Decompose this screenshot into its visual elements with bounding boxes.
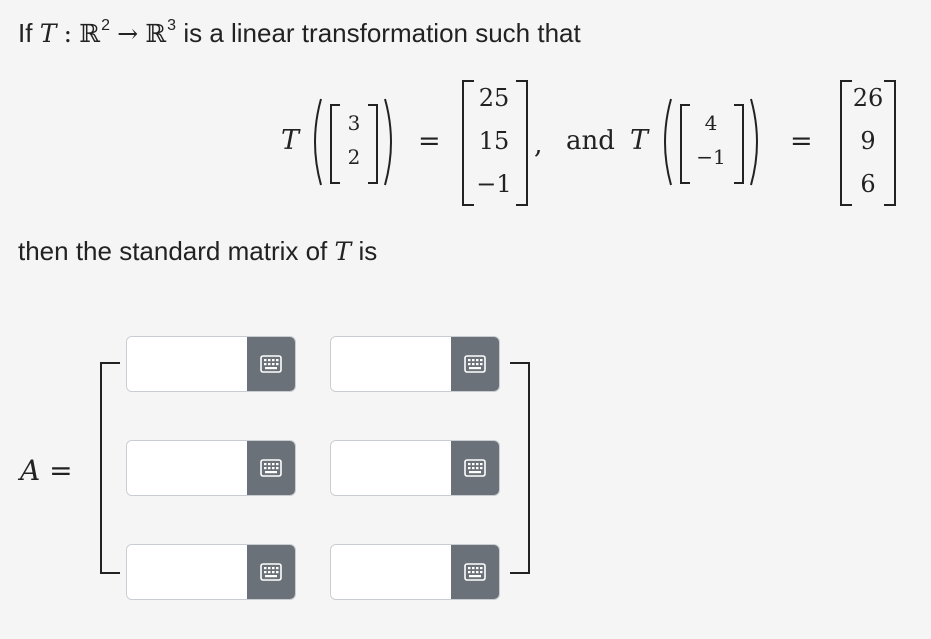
- eq2-input-entry: 4: [704, 111, 718, 135]
- eq1-right-paren: [382, 96, 400, 188]
- eq2-output-entry: 26: [852, 84, 884, 112]
- eq-comma: ,: [534, 129, 543, 160]
- matrix-left-bracket: [100, 362, 120, 574]
- keypad-icon: [260, 563, 282, 581]
- transformation-equation: T 3 2 = 25 15 −1 , and T 4 −1 = 26 9 6: [0, 0, 931, 220]
- matrix-input-r1c2[interactable]: [331, 337, 451, 391]
- keypad-button[interactable]: [451, 337, 499, 391]
- eq1-T: T: [281, 125, 300, 156]
- eq1-output-entry: 25: [478, 84, 510, 112]
- eq2-output-entry: 9: [860, 127, 876, 155]
- matrix-right-bracket: [510, 362, 530, 574]
- matrix-label-A: A: [20, 454, 41, 487]
- matrix-input-r3c2[interactable]: [331, 545, 451, 599]
- matrix-input-r2c1[interactable]: [127, 441, 247, 495]
- eq2-left-paren: [656, 96, 674, 188]
- eq2-output-entry: 6: [860, 170, 876, 198]
- eq2-right-paren: [748, 96, 766, 188]
- keypad-icon: [260, 459, 282, 477]
- matrix-input-r1c1[interactable]: [127, 337, 247, 391]
- matrix-label-equals: =: [49, 454, 73, 487]
- prompt-text: then the standard matrix of T is: [18, 234, 377, 269]
- matrix-input-r3c1[interactable]: [127, 545, 247, 599]
- matrix-entry-r1c1: [126, 336, 296, 392]
- matrix-entry-r2c1: [126, 440, 296, 496]
- keypad-button[interactable]: [451, 441, 499, 495]
- keypad-button[interactable]: [451, 545, 499, 599]
- keypad-icon: [260, 355, 282, 373]
- keypad-icon: [464, 459, 486, 477]
- eq1-left-paren: [306, 96, 324, 188]
- keypad-button[interactable]: [247, 545, 295, 599]
- matrix-input-r2c2[interactable]: [331, 441, 451, 495]
- eq1-input-entry: 3: [347, 111, 361, 135]
- eq1-output-right-bracket: [516, 80, 528, 206]
- eq2-equals: =: [790, 126, 813, 157]
- keypad-button[interactable]: [247, 337, 295, 391]
- eq2-input-entry: −1: [696, 145, 726, 169]
- eq2-input-right-bracket: [734, 104, 744, 184]
- eq2-T: T: [630, 125, 649, 156]
- keypad-icon: [464, 563, 486, 581]
- prompt-T: T: [334, 237, 352, 266]
- eq1-output-entry: 15: [478, 127, 510, 155]
- eq1-input-left-bracket: [330, 104, 340, 184]
- eq1-equals: =: [418, 126, 441, 157]
- eq1-input-entry: 2: [347, 145, 361, 169]
- eq1-input-right-bracket: [368, 104, 378, 184]
- keypad-button[interactable]: [247, 441, 295, 495]
- matrix-entry-r1c2: [330, 336, 500, 392]
- eq1-output-entry: −1: [476, 170, 512, 198]
- prompt-prefix: then the standard matrix of: [18, 236, 328, 266]
- matrix-entry-r3c1: [126, 544, 296, 600]
- matrix-label: A =: [20, 454, 73, 487]
- keypad-icon: [464, 355, 486, 373]
- matrix-entry-r2c2: [330, 440, 500, 496]
- matrix-entry-r3c2: [330, 544, 500, 600]
- eq-and: and: [566, 126, 615, 156]
- prompt-suffix: is: [358, 236, 378, 266]
